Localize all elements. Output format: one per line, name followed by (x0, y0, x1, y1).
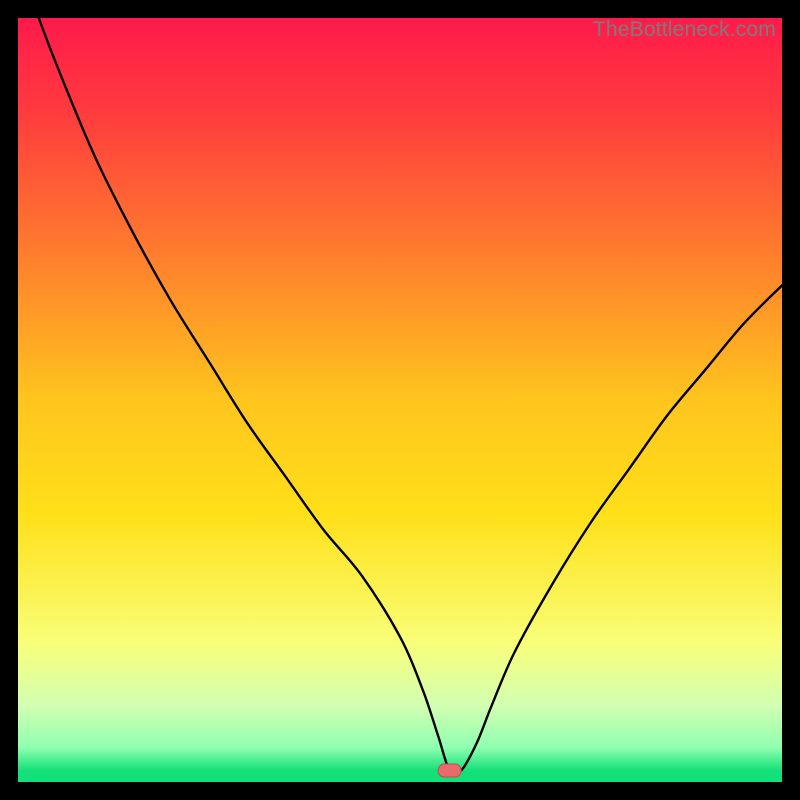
watermark-text: TheBottleneck.com (593, 18, 776, 42)
gradient-background (18, 18, 782, 782)
optimal-marker (438, 764, 461, 777)
chart-frame: TheBottleneck.com (18, 18, 782, 782)
bottleneck-plot (18, 18, 782, 782)
